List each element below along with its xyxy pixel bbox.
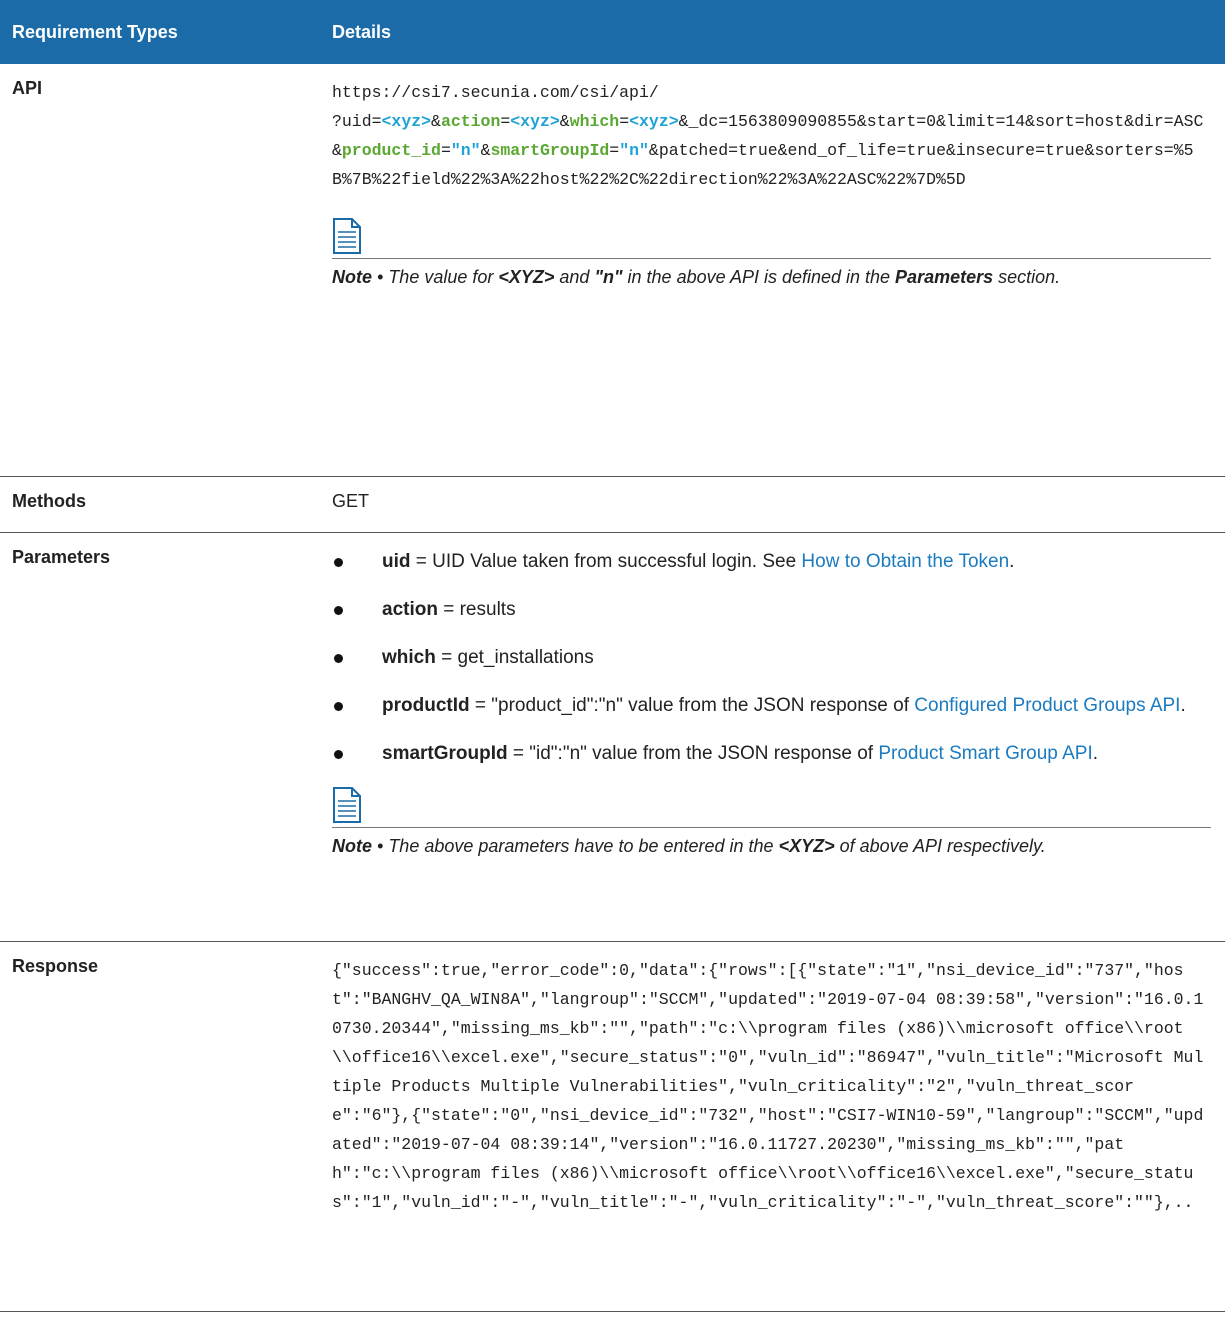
header-requirement-types: Requirement Types <box>0 0 320 64</box>
parameter-item-productId: productId = "product_id":"n" value from … <box>332 691 1211 721</box>
api-url-param: product_id <box>341 141 441 160</box>
api-url-param: "n" <box>619 141 649 160</box>
api-label: API <box>0 64 320 477</box>
note-text: of above API respectively. <box>834 835 1046 856</box>
parameter-link[interactable]: Configured Product Groups API <box>914 695 1180 716</box>
row-methods: Methods GET <box>0 476 1225 533</box>
parameter-description: = "id":"n" value from the JSON response … <box>507 742 879 764</box>
api-url-param: smartGroupId <box>490 141 610 160</box>
note-bold: <XYZ> <box>778 835 835 856</box>
row-response: Response {"success":true,"error_code":0,… <box>0 941 1225 1312</box>
parameter-key: action <box>382 598 438 620</box>
parameter-description: = UID Value taken from successful login.… <box>410 550 802 572</box>
requirements-table: Requirement Types Details API https://cs… <box>0 0 1225 1312</box>
api-url-segment: & <box>480 141 491 160</box>
note-bold: <XYZ> <box>498 267 555 287</box>
api-url-segment: & <box>431 112 441 131</box>
api-url-param: action <box>440 112 501 131</box>
note-bold: "n" <box>594 267 623 287</box>
note-text: in the above API is defined in the <box>622 267 896 287</box>
parameter-key: productId <box>382 694 470 716</box>
parameter-key: uid <box>382 550 411 572</box>
api-url-segment: = <box>440 141 451 160</box>
note-text: section. <box>993 267 1061 287</box>
parameter-item-smartGroupId: smartGroupId = "id":"n" value from the J… <box>332 739 1211 769</box>
api-url-segment: = <box>500 112 511 131</box>
api-url-segment: & <box>559 112 570 131</box>
api-url-segment: = <box>619 112 630 131</box>
api-url-param: "n" <box>450 141 481 160</box>
parameter-suffix: . <box>1092 742 1099 764</box>
bullet-icon <box>334 701 343 711</box>
table-header-row: Requirement Types Details <box>0 0 1225 64</box>
parameter-link[interactable]: How to Obtain the Token <box>801 551 1009 572</box>
note-lead: Note <box>332 267 372 287</box>
api-url-segment: = <box>609 141 620 160</box>
response-details: {"success":true,"error_code":0,"data":{"… <box>320 941 1225 1312</box>
api-url-param: <xyz> <box>381 112 432 131</box>
parameter-suffix: . <box>1180 694 1186 716</box>
parameter-item-action: action = results <box>332 595 1211 625</box>
note-text: and <box>554 267 595 287</box>
parameter-key: smartGroupId <box>382 742 508 764</box>
row-parameters: Parameters uid = UID Value taken from su… <box>0 532 1225 942</box>
parameter-link[interactable]: Product Smart Group API <box>878 743 1092 764</box>
api-url-param: <xyz> <box>629 112 679 131</box>
parameter-key: which <box>382 646 436 668</box>
methods-label: Methods <box>0 476 320 533</box>
parameters-details: uid = UID Value taken from successful lo… <box>320 532 1225 942</box>
api-url-param: <xyz> <box>510 112 560 131</box>
bullet-icon <box>334 605 343 615</box>
header-details: Details <box>320 0 1225 64</box>
note-bold: Parameters <box>895 267 994 287</box>
parameter-description: = results <box>437 598 516 620</box>
parameter-description: = "product_id":"n" value from the JSON r… <box>469 694 915 716</box>
note-separator: • <box>372 267 389 287</box>
parameter-suffix: . <box>1009 550 1015 572</box>
parameter-description: = get_installations <box>435 646 594 668</box>
api-details: https://csi7.secunia.com/csi/api/ ?uid=<… <box>320 64 1225 477</box>
parameters-note: Note • The above parameters have to be e… <box>332 828 1211 871</box>
api-note: Note • The value for <XYZ> and "n" in th… <box>332 259 1211 302</box>
bullet-icon <box>334 749 343 759</box>
bullet-icon <box>334 557 343 567</box>
parameter-item-uid: uid = UID Value taken from successful lo… <box>332 547 1211 577</box>
parameters-label: Parameters <box>0 532 320 942</box>
bullet-icon <box>334 653 343 663</box>
note-text: The value for <box>388 267 499 287</box>
response-json[interactable]: {"success":true,"error_code":0,"data":{"… <box>332 956 1211 1217</box>
parameter-item-which: which = get_installations <box>332 643 1211 673</box>
note-text: The above parameters have to be entered … <box>388 835 779 856</box>
methods-value: GET <box>320 476 1225 533</box>
api-url[interactable]: https://csi7.secunia.com/csi/api/ ?uid=<… <box>332 78 1211 194</box>
parameter-list: uid = UID Value taken from successful lo… <box>332 547 1211 769</box>
note-lead: Note <box>332 835 372 856</box>
api-url-param: which <box>569 112 620 131</box>
note-separator: • <box>372 835 389 856</box>
row-api: API https://csi7.secunia.com/csi/api/ ?u… <box>0 64 1225 477</box>
response-label: Response <box>0 941 320 1312</box>
note-icon <box>333 218 361 254</box>
note-icon <box>333 786 361 823</box>
